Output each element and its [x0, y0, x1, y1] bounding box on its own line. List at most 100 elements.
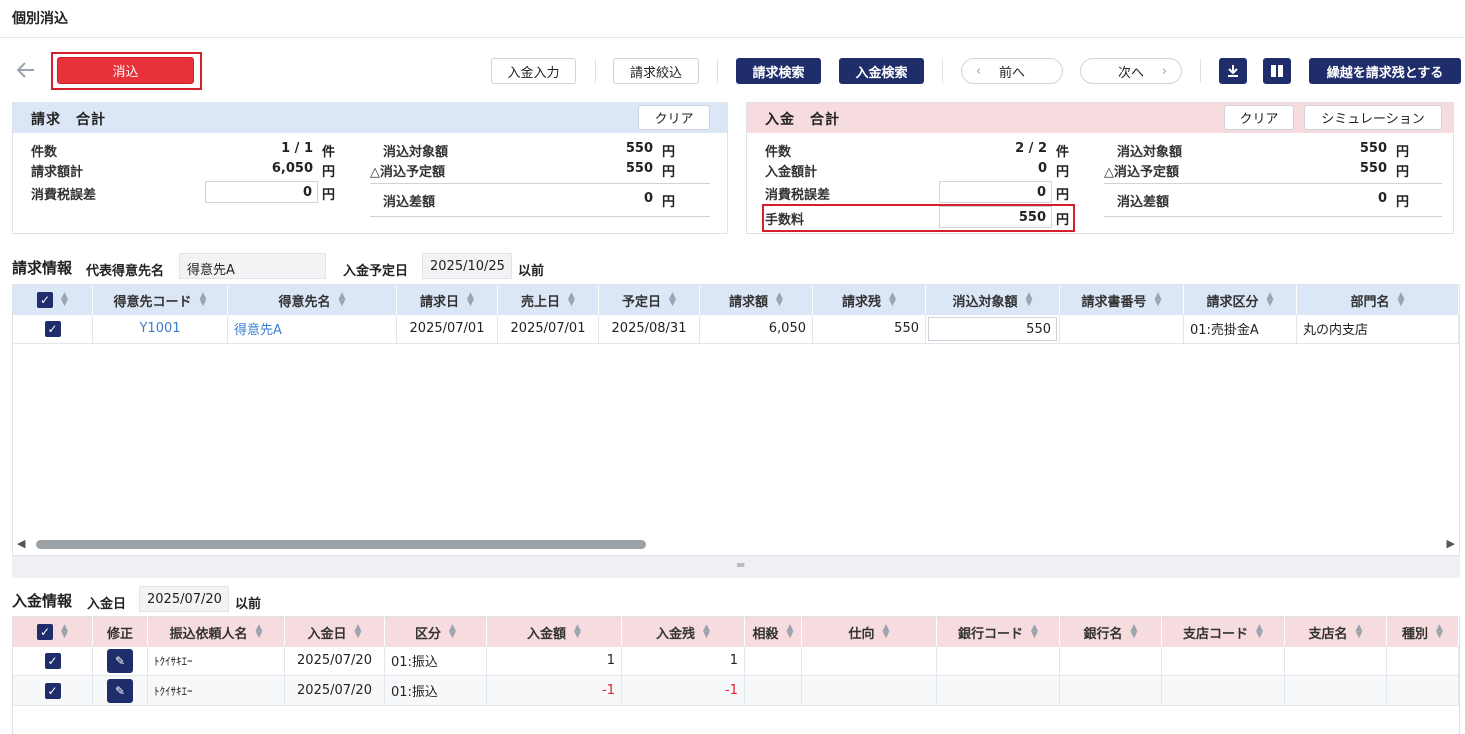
sort-icon[interactable]: ▲ ▼: [1436, 624, 1443, 640]
sort-icon[interactable]: ▲ ▼: [703, 624, 710, 640]
download-button[interactable]: [1219, 58, 1247, 84]
edit-icon[interactable]: ✎: [107, 648, 133, 673]
col-header[interactable]: 入金残 ▲ ▼: [622, 617, 745, 647]
target-amount-input[interactable]: 550: [928, 316, 1057, 341]
checkbox-checked-icon[interactable]: ✓: [44, 652, 61, 669]
sort-icon[interactable]: ▲ ▼: [787, 624, 794, 640]
checkbox-checked-icon[interactable]: ✓: [37, 624, 54, 640]
col-header[interactable]: 請求書番号 ▲ ▼: [1060, 285, 1184, 315]
col-header[interactable]: 請求額 ▲ ▼: [700, 285, 813, 315]
sort-icon[interactable]: ▲ ▼: [1131, 624, 1138, 640]
sort-icon[interactable]: ▲ ▼: [200, 292, 207, 308]
pay-select-all-header[interactable]: ✓ ▲ ▼: [13, 617, 93, 647]
col-header[interactable]: 入金額 ▲ ▼: [487, 617, 622, 647]
sort-icon[interactable]: ▲ ▼: [1356, 624, 1363, 640]
row-checkbox-cell[interactable]: ✓: [13, 676, 93, 705]
sort-icon[interactable]: ▲ ▼: [568, 292, 575, 308]
col-header[interactable]: 売上日 ▲ ▼: [498, 285, 599, 315]
table-row[interactable]: ✓ ✎ ﾄｸｲｻｷｴｰ 2025/07/20 01:振込 1 1: [13, 646, 1459, 676]
sort-icon[interactable]: ▲ ▼: [1256, 624, 1263, 640]
inv-tax-input[interactable]: 0: [205, 181, 318, 203]
col-header[interactable]: 銀行名 ▲ ▼: [1060, 617, 1162, 647]
table-row[interactable]: ✓ ✎ ﾄｸｲｻｷｴｰ 2025/07/20 01:振込 -1 -1: [13, 676, 1459, 706]
chevron-right-icon: ›: [1161, 63, 1167, 79]
sort-icon[interactable]: ▲ ▼: [1398, 292, 1405, 308]
payment-amount-cell: -1: [487, 676, 622, 705]
col-header[interactable]: 入金日 ▲ ▼: [285, 617, 385, 647]
panel-splitter[interactable]: ═: [12, 556, 1460, 578]
nyukin-search-button[interactable]: 入金検索: [839, 58, 924, 84]
customer-name-link[interactable]: 得意先A: [228, 314, 397, 343]
scroll-right-icon[interactable]: ▶: [1447, 537, 1455, 550]
rep-customer-label: 代表得意先名: [86, 264, 165, 279]
invoice-clear-button[interactable]: クリア: [638, 105, 710, 130]
destination-cell: [802, 646, 937, 675]
prev-button[interactable]: ‹ 前へ: [961, 58, 1063, 84]
horizontal-scrollbar[interactable]: ◀ ▶: [13, 536, 1459, 554]
sort-icon[interactable]: ▲ ▼: [1026, 292, 1033, 308]
sort-icon[interactable]: ▲ ▼: [449, 624, 456, 640]
sort-icon[interactable]: ▲ ▼: [355, 624, 362, 640]
col-header[interactable]: 請求残 ▲ ▼: [813, 285, 926, 315]
sort-icon[interactable]: ▲ ▼: [467, 292, 474, 308]
next-button[interactable]: 次へ ›: [1080, 58, 1182, 84]
checkbox-checked-icon[interactable]: ✓: [37, 292, 54, 308]
edit-cell: ✎: [93, 676, 148, 705]
rep-customer-field[interactable]: 得意先A: [179, 253, 326, 279]
col-header[interactable]: 相殺 ▲ ▼: [745, 617, 802, 647]
nyukin-input-button[interactable]: 入金入力: [491, 58, 576, 84]
customer-code-link[interactable]: Y1001: [93, 314, 228, 343]
payment-date-field[interactable]: 2025/07/20: [139, 586, 229, 612]
carry-over-button[interactable]: 繰越を請求残とする: [1309, 58, 1461, 84]
edit-icon[interactable]: ✎: [107, 678, 133, 703]
sort-icon[interactable]: ▲ ▼: [574, 624, 581, 640]
pay-tax-input[interactable]: 0: [939, 181, 1052, 203]
col-header[interactable]: 振込依頼人名 ▲ ▼: [148, 617, 285, 647]
col-header[interactable]: 仕向 ▲ ▼: [802, 617, 937, 647]
col-header[interactable]: 支店名 ▲ ▼: [1285, 617, 1387, 647]
seikyu-filter-button[interactable]: 請求絞込: [613, 58, 699, 84]
sort-icon[interactable]: ▲ ▼: [256, 624, 263, 640]
simulation-button[interactable]: シミュレーション: [1304, 105, 1442, 130]
inv-select-all-header[interactable]: ✓ ▲ ▼: [13, 285, 93, 315]
col-header[interactable]: 部門名 ▲ ▼: [1297, 285, 1459, 315]
col-header[interactable]: 得意先名 ▲ ▼: [228, 285, 397, 315]
col-header[interactable]: 種別 ▲ ▼: [1387, 617, 1459, 647]
sort-icon[interactable]: ▲ ▼: [776, 292, 783, 308]
columns-button[interactable]: [1263, 58, 1291, 84]
drag-handle-icon[interactable]: ═: [737, 558, 744, 572]
sort-icon[interactable]: ▲ ▼: [61, 292, 68, 308]
checkbox-checked-icon[interactable]: ✓: [44, 682, 61, 699]
due-date-field[interactable]: 2025/10/25: [422, 253, 512, 279]
sort-icon[interactable]: ▲ ▼: [889, 292, 896, 308]
seikyu-search-button[interactable]: 請求検索: [736, 58, 821, 84]
sort-icon[interactable]: ▲ ▼: [1155, 292, 1162, 308]
payment-clear-button[interactable]: クリア: [1224, 105, 1294, 130]
col-header[interactable]: 得意先コード ▲ ▼: [93, 285, 228, 315]
row-checkbox-cell[interactable]: ✓: [13, 646, 93, 675]
row-checkbox-cell[interactable]: ✓: [13, 314, 93, 343]
scroll-left-icon[interactable]: ◀: [17, 537, 25, 550]
table-row[interactable]: ✓ Y1001 得意先A 2025/07/01 2025/07/01 2025/…: [13, 314, 1459, 344]
sort-icon[interactable]: ▲ ▼: [61, 624, 68, 640]
col-header[interactable]: 消込対象額 ▲ ▼: [926, 285, 1060, 315]
scrollbar-thumb[interactable]: [36, 540, 646, 549]
pay-fee-input[interactable]: 550: [939, 206, 1052, 228]
type-cell: [1387, 676, 1459, 705]
sort-icon[interactable]: ▲ ▼: [1267, 292, 1274, 308]
col-header[interactable]: 支店コード ▲ ▼: [1162, 617, 1285, 647]
col-header[interactable]: 銀行コード ▲ ▼: [937, 617, 1060, 647]
col-header[interactable]: 予定日 ▲ ▼: [599, 285, 700, 315]
col-header[interactable]: 請求日 ▲ ▼: [397, 285, 498, 315]
sort-icon[interactable]: ▲ ▼: [339, 292, 346, 308]
back-arrow-icon[interactable]: [14, 58, 38, 82]
columns-icon: [1271, 65, 1283, 77]
col-header[interactable]: 請求区分 ▲ ▼: [1184, 285, 1297, 315]
keshikomi-button[interactable]: 消込: [57, 57, 194, 84]
sort-icon[interactable]: ▲ ▼: [1031, 624, 1038, 640]
col-header[interactable]: 区分 ▲ ▼: [385, 617, 487, 647]
checkbox-checked-icon[interactable]: ✓: [44, 320, 61, 337]
inv-total-label: 請求額計: [31, 165, 84, 180]
sort-icon[interactable]: ▲ ▼: [883, 624, 890, 640]
sort-icon[interactable]: ▲ ▼: [669, 292, 676, 308]
